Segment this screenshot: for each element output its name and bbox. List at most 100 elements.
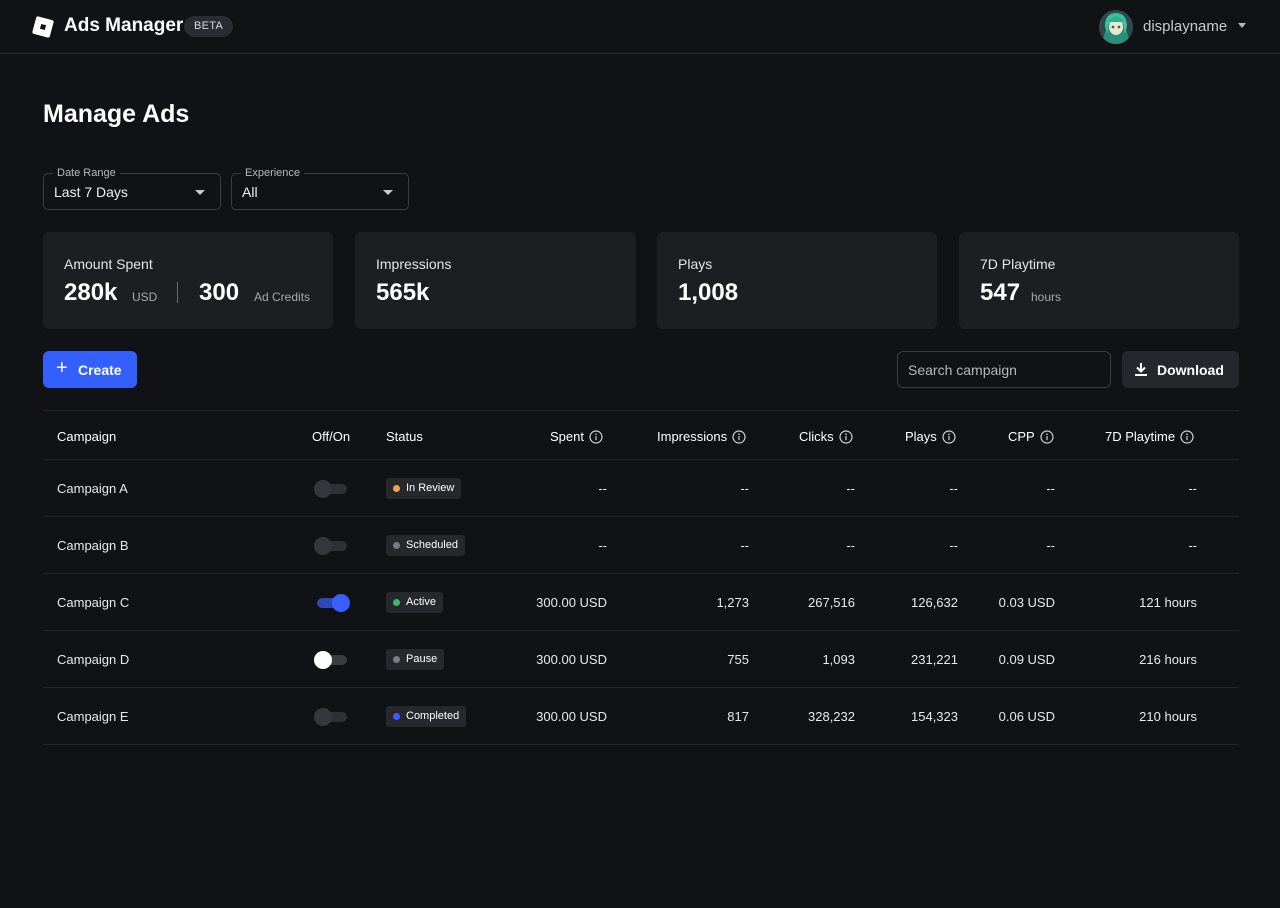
campaign-name[interactable]: Campaign B (57, 538, 129, 553)
campaign-toggle[interactable] (314, 479, 350, 499)
stat-label: 7D Playtime (980, 256, 1056, 272)
experience-label: Experience (241, 167, 305, 180)
campaign-toggle[interactable] (314, 650, 350, 670)
status-label: Pause (406, 653, 438, 665)
search-input[interactable] (897, 351, 1111, 388)
page-title: Manage Ads (43, 100, 190, 128)
stat-card-playtime: 7D Playtime 547 hours (959, 232, 1239, 329)
column-header-clicks[interactable]: Clicks (799, 429, 853, 444)
cell-7d-playtime: -- (1188, 481, 1197, 496)
date-range-select[interactable]: Date Range Last 7 Days (43, 167, 221, 210)
table-row[interactable]: Campaign D Pause 300.00 USD 755 1,093 231,221… (43, 631, 1239, 688)
stat-unit: USD (132, 290, 158, 304)
toggle-knob (314, 651, 332, 669)
stat-value: 280k (64, 279, 118, 306)
cell-clicks: -- (846, 538, 855, 553)
stat-value: 547 (980, 279, 1021, 306)
cell-plays: -- (949, 538, 958, 553)
cell-impressions: -- (740, 481, 749, 496)
table-header: Campaign Off/On Status Spent Impressions… (43, 410, 1239, 460)
cell-impressions: -- (740, 538, 749, 553)
stat-card-impressions: Impressions 565k (355, 232, 636, 329)
cell-plays: 126,632 (911, 595, 958, 610)
cell-clicks: 328,232 (808, 709, 855, 724)
campaign-toggle[interactable] (314, 593, 350, 613)
campaign-toggle[interactable] (314, 707, 350, 727)
stat-label: Plays (678, 256, 713, 272)
toggle-knob (332, 594, 350, 612)
info-icon[interactable] (1040, 429, 1054, 444)
chevron-down-icon (383, 190, 393, 195)
experience-select[interactable]: Experience All (231, 167, 409, 210)
campaign-name[interactable]: Campaign E (57, 709, 129, 724)
cell-plays: 231,221 (911, 652, 958, 667)
campaign-name[interactable]: Campaign A (57, 481, 128, 496)
cell-7d-playtime: -- (1188, 538, 1197, 553)
table-row[interactable]: Campaign C Active 300.00 USD 1,273 267,516 12… (43, 574, 1239, 631)
cell-cpp: 0.06 USD (998, 709, 1055, 724)
stat-unit: hours (1031, 290, 1062, 304)
roblox-logo-icon[interactable] (32, 16, 54, 38)
date-range-value: Last 7 Days (54, 184, 128, 200)
campaign-toggle[interactable] (314, 536, 350, 556)
stat-credits-value: 300 (199, 279, 240, 306)
column-header-plays[interactable]: Plays (905, 429, 956, 444)
info-icon[interactable] (839, 429, 853, 444)
info-icon[interactable] (732, 429, 746, 444)
campaign-name[interactable]: Campaign C (57, 595, 129, 610)
stat-value: 565k (376, 279, 430, 306)
table-row[interactable]: Campaign A In Review -- -- -- -- -- -- (43, 460, 1239, 517)
info-icon[interactable] (589, 429, 603, 444)
cell-spent: -- (598, 481, 607, 496)
column-header-campaign[interactable]: Campaign (57, 429, 116, 444)
cell-clicks: 267,516 (808, 595, 855, 610)
cell-cpp: -- (1046, 538, 1055, 553)
cell-spent: 300.00 USD (536, 652, 607, 667)
status-label: Completed (406, 710, 460, 722)
campaign-name[interactable]: Campaign D (57, 652, 129, 667)
cell-impressions: 817 (727, 709, 749, 724)
create-button-label: Create (78, 362, 122, 378)
table-row[interactable]: Campaign B Scheduled -- -- -- -- -- -- (43, 517, 1239, 574)
toggle-knob (314, 480, 332, 498)
status-badge: Active (386, 592, 443, 613)
status-dot (393, 656, 400, 663)
status-dot (393, 599, 400, 606)
app-title[interactable]: Ads Manager (64, 15, 183, 37)
cell-7d-playtime: 210 hours (1139, 709, 1197, 724)
stat-card-amount-spent: Amount Spent 280k USD 300 Ad Credits (43, 232, 333, 329)
chevron-down-icon (195, 190, 205, 195)
date-range-label: Date Range (53, 167, 120, 180)
column-header-spent[interactable]: Spent (550, 429, 603, 444)
table-row[interactable]: Campaign E Completed 300.00 USD 817 328,232 1… (43, 688, 1239, 745)
status-dot (393, 485, 400, 492)
campaign-table: Campaign Off/On Status Spent Impressions… (43, 410, 1239, 745)
status-badge: Scheduled (386, 535, 465, 556)
info-icon[interactable] (942, 429, 956, 444)
status-label: In Review (406, 482, 455, 494)
cell-spent: 300.00 USD (536, 595, 607, 610)
stat-label: Amount Spent (64, 256, 153, 272)
cell-spent: 300.00 USD (536, 709, 607, 724)
status-label: Scheduled (406, 539, 458, 551)
create-button[interactable]: + Create (43, 351, 137, 388)
stat-label: Impressions (376, 256, 452, 272)
column-header-status[interactable]: Status (386, 429, 423, 444)
status-badge: In Review (386, 478, 462, 499)
cell-cpp: 0.09 USD (998, 652, 1055, 667)
column-header-7d-playtime[interactable]: 7D Playtime (1105, 429, 1194, 444)
info-icon[interactable] (1180, 429, 1194, 444)
download-button-label: Download (1157, 362, 1224, 378)
cell-impressions: 755 (727, 652, 749, 667)
username[interactable]: displayname (1143, 18, 1227, 35)
toggle-knob (314, 708, 332, 726)
column-header-cpp[interactable]: CPP (1008, 429, 1054, 444)
cell-clicks: 1,093 (822, 652, 855, 667)
beta-badge: BETA (184, 16, 234, 37)
chevron-down-icon[interactable] (1238, 23, 1246, 28)
column-header-impressions[interactable]: Impressions (657, 429, 746, 444)
experience-value: All (242, 184, 258, 200)
cell-clicks: -- (846, 481, 855, 496)
download-button[interactable]: Download (1122, 351, 1239, 388)
user-avatar[interactable] (1099, 10, 1133, 44)
